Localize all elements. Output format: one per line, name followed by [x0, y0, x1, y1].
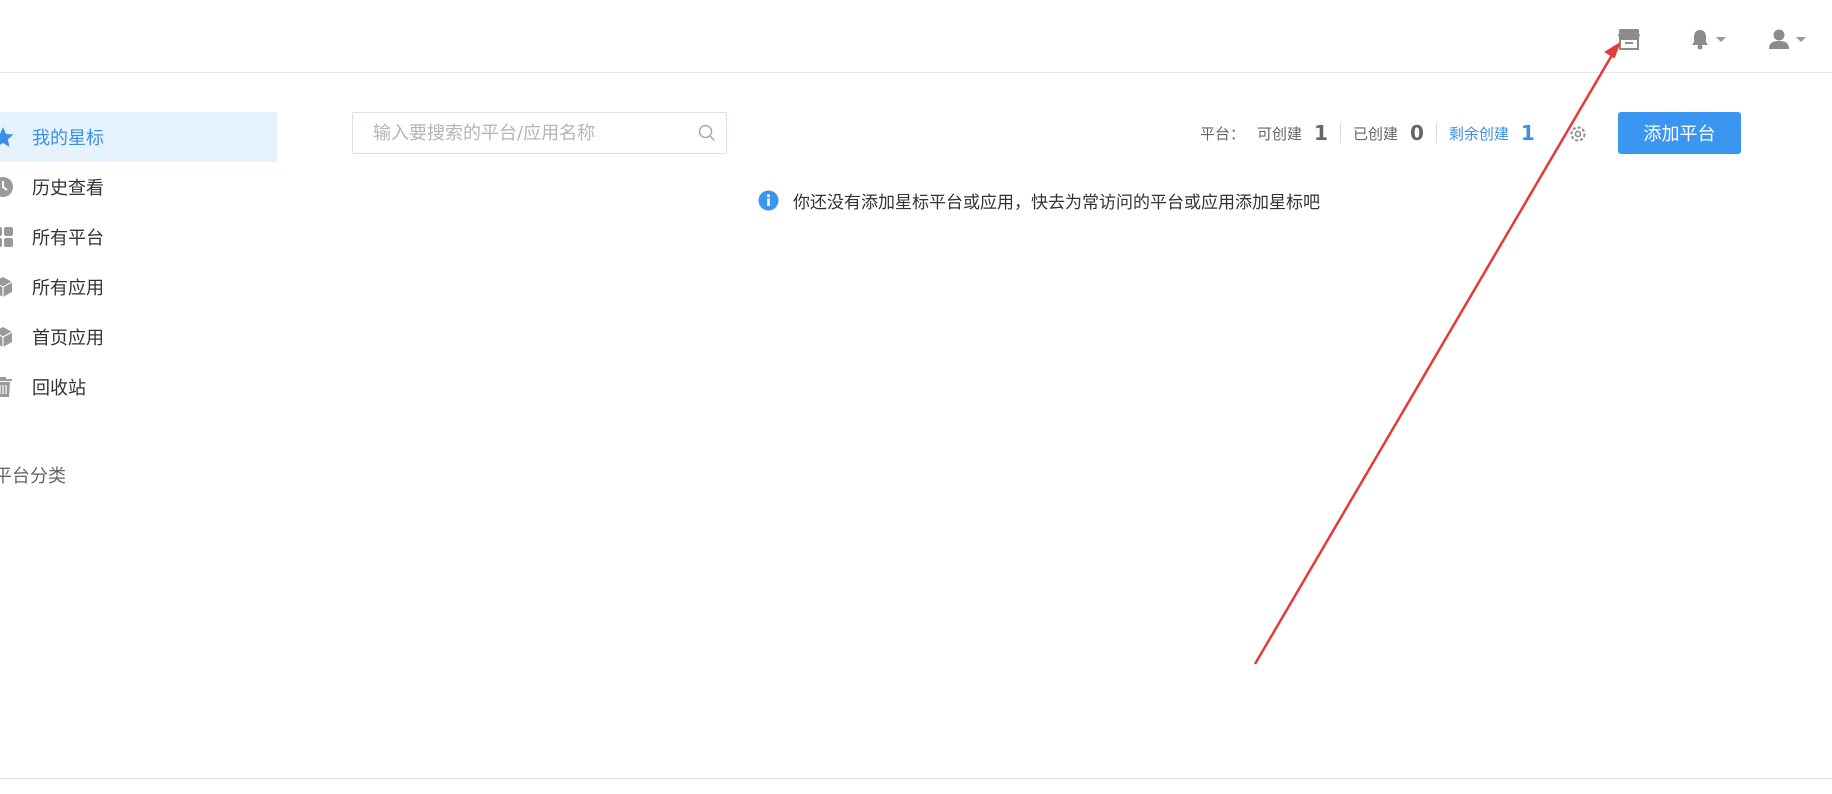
platform-stats: 平台： 可创建 1 已创建 0 剩余创建 1 — [1200, 118, 1535, 148]
info-icon — [758, 190, 779, 211]
sidebar-item-all-apps[interactable]: 所有应用 — [0, 262, 277, 312]
can-create-label: 可创建 — [1257, 124, 1303, 143]
empty-notice: 你还没有添加星标平台或应用，快去为常访问的平台或应用添加星标吧 — [758, 188, 1320, 213]
store-icon — [1618, 29, 1640, 50]
add-platform-button[interactable]: 添加平台 — [1618, 112, 1741, 154]
search-icon[interactable] — [698, 124, 716, 142]
created-value: 0 — [1409, 121, 1424, 145]
search-input[interactable] — [371, 113, 695, 153]
cube-icon — [0, 277, 13, 297]
cube-icon — [0, 327, 13, 347]
platform-category-title: 平台分类 — [0, 466, 66, 487]
sidebar-item-label: 首页应用 — [32, 328, 104, 349]
gear-icon[interactable] — [1568, 124, 1588, 144]
divider — [1339, 123, 1341, 143]
sidebar-item-home-apps[interactable]: 首页应用 — [0, 312, 277, 362]
sidebar-item-starred[interactable]: 我的星标 — [0, 112, 277, 162]
chevron-down-icon — [1796, 36, 1806, 42]
store-button[interactable] — [1617, 24, 1641, 54]
clock-icon — [0, 177, 13, 197]
sidebar: 我的星标 历史查看 所有平台 所有应用 首页应用 回收站 — [0, 112, 277, 412]
divider — [1435, 123, 1437, 143]
top-bar — [0, 0, 1832, 73]
sidebar-item-all-platforms[interactable]: 所有平台 — [0, 212, 277, 262]
search-box — [352, 112, 727, 154]
remaining-value: 1 — [1520, 121, 1535, 145]
sidebar-item-recycle-bin[interactable]: 回收站 — [0, 362, 277, 412]
remaining-label: 剩余创建 — [1448, 124, 1509, 143]
sidebar-item-label: 历史查看 — [32, 178, 104, 199]
stats-prefix: 平台： — [1200, 124, 1246, 143]
sidebar-item-history[interactable]: 历史查看 — [0, 162, 277, 212]
sidebar-item-label: 我的星标 — [32, 128, 104, 149]
star-icon — [0, 127, 14, 147]
created-label: 已创建 — [1352, 124, 1398, 143]
user-menu-button[interactable] — [1768, 24, 1806, 54]
can-create-value: 1 — [1314, 121, 1328, 145]
trash-icon — [0, 377, 12, 397]
grid-icon — [0, 227, 13, 247]
bell-icon — [1692, 30, 1708, 50]
sidebar-item-label: 回收站 — [32, 378, 86, 399]
sidebar-item-label: 所有应用 — [32, 278, 104, 299]
footer-divider — [0, 778, 1832, 779]
empty-notice-text: 你还没有添加星标平台或应用，快去为常访问的平台或应用添加星标吧 — [793, 193, 1320, 213]
chevron-down-icon — [1716, 36, 1726, 42]
avatar-icon — [1769, 29, 1789, 49]
sidebar-item-label: 所有平台 — [32, 228, 104, 249]
notification-button[interactable] — [1690, 24, 1726, 54]
